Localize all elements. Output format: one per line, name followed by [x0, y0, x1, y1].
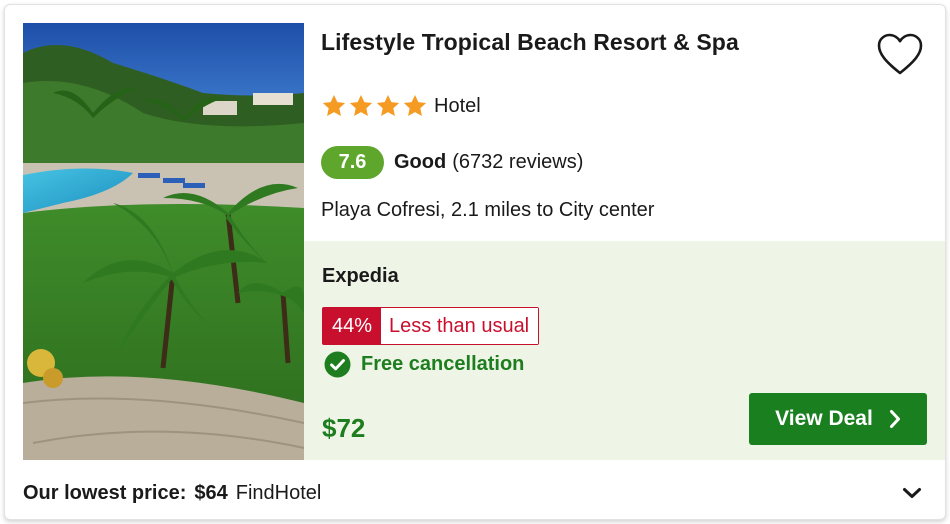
lowest-price-row[interactable]: Our lowest price: $64 FindHotel [23, 475, 927, 511]
score-badge: 7.6 [321, 145, 384, 179]
discount-percent: 44% [323, 308, 382, 344]
favorite-button[interactable] [873, 27, 927, 81]
check-circle-icon [324, 351, 351, 377]
review-score-row[interactable]: 7.6 Good (6732 reviews) [321, 145, 583, 179]
discount-text: Less than usual [381, 308, 539, 344]
expand-button[interactable] [897, 475, 927, 511]
hotel-location: Playa Cofresi, 2.1 miles to City center [321, 199, 655, 221]
star-icon [322, 94, 346, 116]
star-rating-row: Hotel [321, 91, 481, 121]
lowest-price-value: $64 [194, 481, 228, 504]
free-cancellation: Free cancellation [324, 349, 524, 379]
lowest-price-label: Our lowest price: [23, 481, 187, 504]
star-icon [376, 94, 400, 116]
star-rating [321, 93, 428, 119]
deal-panel[interactable]: Expedia 44% Less than usual Free cancell… [304, 241, 945, 460]
view-deal-label: View Deal [775, 407, 873, 430]
star-icon [349, 94, 373, 116]
hotel-photo-image [23, 23, 304, 460]
free-cancellation-label: Free cancellation [361, 352, 525, 375]
score-word: Good [394, 150, 447, 173]
hotel-photo[interactable] [23, 23, 304, 460]
chevron-down-icon [903, 488, 921, 498]
review-count: (6732 reviews) [452, 150, 584, 173]
deal-provider: Expedia [322, 265, 399, 287]
lowest-price-provider: FindHotel [235, 481, 322, 504]
discount-badge: 44% Less than usual [322, 307, 540, 345]
hotel-type: Hotel [434, 94, 481, 117]
chevron-right-icon [889, 410, 900, 428]
heart-icon [877, 33, 923, 75]
hotel-card[interactable]: Lifestyle Tropical Beach Resort & Spa Ho… [4, 4, 946, 520]
deal-price: $72 [322, 413, 366, 443]
view-deal-button[interactable]: View Deal [749, 393, 927, 445]
star-icon [403, 94, 427, 116]
hotel-name[interactable]: Lifestyle Tropical Beach Resort & Spa [321, 29, 841, 56]
